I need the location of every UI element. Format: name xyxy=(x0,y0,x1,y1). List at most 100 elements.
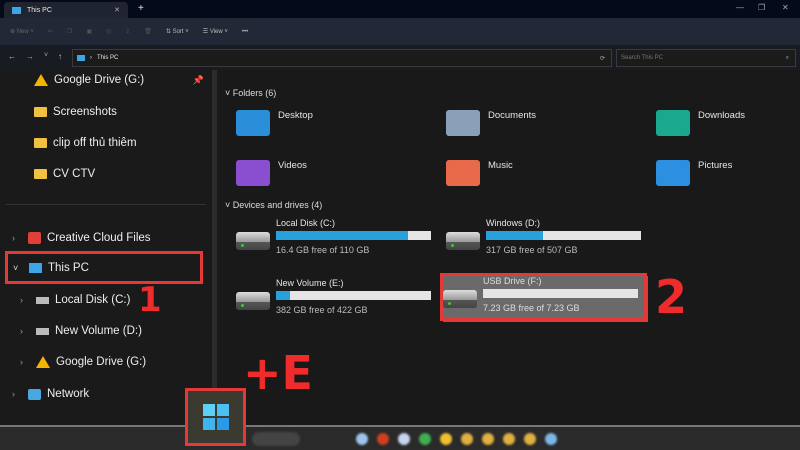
new-label: New xyxy=(16,29,29,35)
sidebar-item-label: This PC xyxy=(48,261,89,274)
sidebar-item-label: Google Drive (G:) xyxy=(56,356,147,368)
breadcrumb-separator: › xyxy=(90,55,92,61)
view-label: View xyxy=(209,29,223,35)
folder-documents[interactable]: Documents xyxy=(446,110,536,136)
folder-icon xyxy=(34,169,47,179)
refresh-icon[interactable]: ⟳ xyxy=(600,55,605,62)
title-bar: This PC ✕ + — ❐ ✕ xyxy=(0,0,800,18)
taskbar-app-icon[interactable] xyxy=(503,433,515,445)
tab-this-pc[interactable]: This PC ✕ xyxy=(4,2,128,18)
sort-button[interactable]: ⇅ Sort ˅ xyxy=(166,28,189,35)
drive-tile[interactable]: Local Disk (C:) 16.4 GB free of 110 GB xyxy=(236,218,441,264)
back-icon[interactable]: ← xyxy=(8,52,16,61)
copy-icon[interactable]: ❐ xyxy=(67,28,72,35)
start-button[interactable] xyxy=(185,388,246,446)
taskbar-app-icon[interactable] xyxy=(398,433,410,445)
address-bar[interactable]: › This PC ⟳ xyxy=(72,49,612,67)
pictures-folder-icon xyxy=(656,160,690,186)
taskbar-search[interactable] xyxy=(252,432,300,446)
sidebar-item-label: Google Drive (G:) xyxy=(54,74,145,86)
taskbar-app-icon[interactable] xyxy=(440,433,452,445)
windows-logo-icon xyxy=(202,404,229,430)
folder-music[interactable]: Music xyxy=(446,160,513,186)
google-drive-icon xyxy=(36,356,50,368)
rename-icon[interactable]: ◎ xyxy=(106,28,111,35)
drive-name: Windows (D:) xyxy=(486,218,541,228)
sidebar-item-google-drive-2[interactable]: › Google Drive (G:) xyxy=(20,352,146,372)
sidebar-item-google-drive[interactable]: Google Drive (G:) 📌 xyxy=(34,70,204,90)
taskbar-app-icon[interactable] xyxy=(545,433,557,445)
taskbar-app-icon[interactable] xyxy=(524,433,536,445)
chevron-right-icon[interactable]: › xyxy=(12,233,22,243)
taskbar-app-icon[interactable] xyxy=(377,433,389,445)
sidebar-item-local-disk[interactable]: › Local Disk (C:) xyxy=(20,290,130,310)
taskbar-app-icon[interactable] xyxy=(419,433,431,445)
address-row: ← → ˅ ↑ › This PC ⟳ Search This PC ⌕ xyxy=(0,45,800,70)
documents-folder-icon xyxy=(446,110,480,136)
drive-icon xyxy=(36,296,49,304)
new-button[interactable]: ⊕ New ˅ xyxy=(10,28,34,35)
sidebar-item-label: Network xyxy=(47,388,90,400)
drives-section-header[interactable]: ˅ Devices and drives (4) xyxy=(225,200,322,210)
divider xyxy=(6,204,206,205)
chevron-right-icon[interactable]: › xyxy=(20,295,30,305)
pin-icon[interactable]: 📌 xyxy=(193,75,204,86)
desktop-folder-icon xyxy=(236,110,270,136)
close-button[interactable]: ✕ xyxy=(782,3,789,12)
maximize-button[interactable]: ❐ xyxy=(758,3,765,12)
folder-downloads[interactable]: Downloads xyxy=(656,110,745,136)
chevron-down-icon[interactable]: ˅ xyxy=(13,263,23,273)
forward-icon[interactable]: → xyxy=(26,52,34,61)
sidebar-item-new-volume[interactable]: › New Volume (D:) xyxy=(20,321,142,341)
search-input[interactable]: Search This PC ⌕ xyxy=(616,49,796,67)
sidebar-item-label: Screenshots xyxy=(53,106,117,118)
folder-videos[interactable]: Videos xyxy=(236,160,307,186)
view-button[interactable]: ☰ View ˅ xyxy=(203,28,228,35)
minimize-button[interactable]: — xyxy=(736,3,744,12)
sidebar-item-cv-ctv[interactable]: CV CTV xyxy=(34,164,95,184)
search-placeholder: Search This PC xyxy=(621,55,663,61)
taskbar-app-icon[interactable] xyxy=(461,433,473,445)
search-icon: ⌕ xyxy=(785,54,789,61)
creative-cloud-icon xyxy=(28,232,41,244)
taskbar-app-icon[interactable] xyxy=(356,433,368,445)
music-folder-icon xyxy=(446,160,480,186)
more-button[interactable]: ••• xyxy=(242,29,248,35)
folder-label: Videos xyxy=(278,160,307,171)
folders-section-header[interactable]: ˅ Folders (6) xyxy=(225,88,276,98)
share-icon[interactable]: ⇪ xyxy=(125,28,130,35)
navigation-pane: Google Drive (G:) 📌 Screenshots clip off … xyxy=(0,70,212,425)
folder-label: Desktop xyxy=(278,110,313,121)
folder-desktop[interactable]: Desktop xyxy=(236,110,313,136)
new-tab-button[interactable]: + xyxy=(138,3,144,14)
breadcrumb: This PC xyxy=(97,55,119,61)
sidebar-item-label: Local Disk (C:) xyxy=(55,294,131,306)
tab-title: This PC xyxy=(27,6,52,14)
chevron-right-icon[interactable]: › xyxy=(20,326,30,336)
drive-tile[interactable]: New Volume (E:) 382 GB free of 422 GB xyxy=(236,278,441,324)
folder-icon xyxy=(34,107,47,117)
sidebar-item-creative-cloud[interactable]: › Creative Cloud Files xyxy=(12,228,151,248)
chevron-right-icon[interactable]: › xyxy=(12,389,22,399)
drive-icon xyxy=(236,292,270,310)
sidebar-item-network[interactable]: › Network xyxy=(12,384,89,404)
sidebar-item-this-pc[interactable]: ˅ This PC xyxy=(5,251,203,284)
paste-icon[interactable]: ▣ xyxy=(86,28,92,35)
drive-icon xyxy=(446,232,480,250)
delete-icon[interactable]: 🗑 xyxy=(144,28,152,35)
sidebar-item-clip[interactable]: clip off thủ thiêm xyxy=(34,133,137,153)
capacity-fill xyxy=(486,231,544,240)
folder-pictures[interactable]: Pictures xyxy=(656,160,732,186)
taskbar-app-icon[interactable] xyxy=(482,433,494,445)
sidebar-item-screenshots[interactable]: Screenshots xyxy=(34,102,117,122)
folder-label: Documents xyxy=(488,110,537,121)
google-drive-icon xyxy=(34,74,48,86)
cut-icon[interactable]: ✂ xyxy=(48,28,53,35)
tab-close-button[interactable]: ✕ xyxy=(114,6,120,14)
monitor-icon xyxy=(12,6,21,14)
up-icon[interactable]: ↑ xyxy=(58,52,62,61)
sort-label: Sort xyxy=(172,29,184,35)
recent-chevron-icon[interactable]: ˅ xyxy=(44,52,48,59)
drive-tile[interactable]: Windows (D:) 317 GB free of 507 GB xyxy=(446,218,651,264)
chevron-right-icon[interactable]: › xyxy=(20,357,30,367)
